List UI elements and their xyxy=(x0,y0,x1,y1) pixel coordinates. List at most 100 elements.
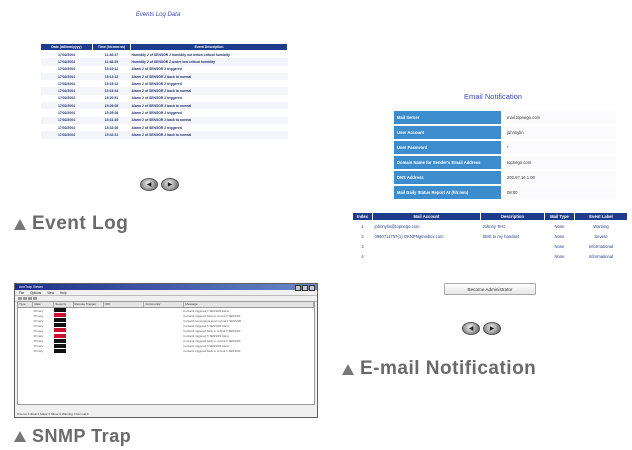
become-administrator-button[interactable]: Become Administrator xyxy=(444,283,536,295)
email-settings-form: Mail Server mail.topnego.com User Account j… xyxy=(394,111,616,201)
trap-column-header[interactable]: OID xyxy=(104,302,145,307)
menu-item[interactable]: View xyxy=(47,291,54,295)
table-cell: 2 xyxy=(361,233,364,239)
email-setting-value[interactable]: 08:00 xyxy=(503,186,616,199)
email-setting-row: Mail Server mail.topnego.com xyxy=(394,111,616,124)
table-cell: 17/02/2004 xyxy=(58,96,75,101)
email-setting-label: DNS Address xyxy=(394,171,501,184)
trap-message: Contact1 triggered back to normal fr SEN… xyxy=(183,339,241,344)
trap-column-header[interactable]: Severity xyxy=(54,302,74,307)
table-cell: 15:32:31 xyxy=(92,131,131,139)
email-caption-text: E-mail Notification xyxy=(360,358,537,379)
email-setting-value[interactable]: * xyxy=(503,141,616,154)
email-setting-value[interactable]: topnego.com xyxy=(503,156,616,169)
table-row: 17/02/2004 15:31:35 Alarm 2 of SENSOR 2 ba… xyxy=(40,116,288,124)
event-log-column-header: Event Description xyxy=(130,43,288,51)
trap-message: Contact1 triggered fr SENSOR Alarm xyxy=(183,344,230,349)
table-cell: Alarm 2 of SENSOR 2 triggered xyxy=(131,125,182,130)
menu-item[interactable]: File xyxy=(19,291,24,295)
close-icon[interactable] xyxy=(309,285,315,291)
event-log-table: Date (dd/mm/yyyy) Time (hh:mm:ss) Event De… xyxy=(40,43,288,139)
snmp-window-title: AnnTrap Viewer xyxy=(19,285,44,289)
mail-account-column-header: Mail Type xyxy=(544,212,575,221)
trap-row[interactable]: Primary Contact1 triggered back to normal… xyxy=(18,348,314,354)
mail-account-table: Index Mail Account Description Mail Type Eve… xyxy=(352,212,628,261)
trap-date: Primary xyxy=(33,323,44,328)
toolbar-open-icon[interactable] xyxy=(18,297,22,300)
table-row: 17/02/2004 15:15:12 Alarm 2 of SENSOR 2 tr… xyxy=(41,80,288,87)
email-setting-label: Mail Daily Status Report At (hh:mm) xyxy=(394,186,501,199)
table-row: 17/02/2004 15:13:13 Alarm 2 of SENSOR 2 ba… xyxy=(40,72,288,81)
table-row[interactable]: 1 johnnylin@topnego.com Johnny Test None War… xyxy=(353,221,628,232)
table-cell: johnnylin@topnego.com xyxy=(374,223,420,229)
mail-account-column-header: Description xyxy=(480,212,545,221)
email-setting-label: Domain Name for Sender's Email Address xyxy=(394,156,501,169)
table-row: 17/02/2004 15:29:26 Alarm 2 of SENSOR 2 tr… xyxy=(41,109,288,116)
menu-item[interactable]: Options xyxy=(30,291,41,295)
table-row[interactable]: 3 None Informational xyxy=(353,241,628,251)
table-cell: None xyxy=(554,223,565,229)
table-cell xyxy=(373,241,481,251)
email-setting-label: User Account xyxy=(394,126,501,139)
snmp-caption: SNMP Trap xyxy=(14,426,131,447)
table-row[interactable]: 4 None Informational xyxy=(353,251,628,261)
email-setting-value[interactable]: 203.67.16.1.00 xyxy=(503,171,616,184)
trap-column-header[interactable]: Type xyxy=(18,302,34,307)
severity-marker xyxy=(54,343,67,348)
trap-date: Primary xyxy=(33,344,44,349)
trap-date: Primary xyxy=(33,318,44,323)
email-setting-label: User Password xyxy=(394,141,501,154)
event-log-caption-text: Event Log xyxy=(32,213,129,234)
table-cell: 17/02/2004 xyxy=(58,111,75,116)
maximize-icon[interactable] xyxy=(302,285,308,291)
toolbar-options-icon[interactable] xyxy=(33,297,37,300)
table-row[interactable]: 2 0960711757(1) OKNPNgmaibox.com SMS to my… xyxy=(353,231,628,241)
trap-list[interactable]: Type Date Severity Remote Trapper OID Communi… xyxy=(17,301,315,405)
table-cell: 17/02/2004 xyxy=(58,81,75,86)
table-row: 17/02/2004 11:46:47 Humidity 2 of SENSOR 2… xyxy=(41,51,288,59)
table-cell: 4 xyxy=(361,253,364,259)
trap-date: Primary xyxy=(33,308,44,313)
table-cell: 0960711757(1) OKNPNgmaibox.com xyxy=(374,233,444,239)
trap-column-header[interactable]: Date xyxy=(33,302,55,307)
snmp-trap-window: AnnTrap Viewer File Options View Help Type D… xyxy=(14,283,318,418)
table-row: 17/02/2004 15:15:44 Alarm 2 of SENSOR 2 ba… xyxy=(40,87,288,95)
menu-item[interactable]: Help xyxy=(60,291,67,295)
triangle-icon xyxy=(342,363,354,375)
table-cell: 15:26:08 xyxy=(92,102,131,110)
email-next-button[interactable]: ▶ xyxy=(483,322,501,335)
trap-message: Contact1 triggered back to normal fr SEN… xyxy=(183,313,241,318)
table-cell: Alarm 2 of SENSOR 2 triggered xyxy=(131,67,182,72)
table-cell: 17/02/2004 xyxy=(40,102,93,110)
severity-marker xyxy=(54,328,67,333)
email-setting-value[interactable]: johnnylin xyxy=(503,126,616,139)
severity-marker xyxy=(54,333,67,338)
table-cell: None xyxy=(554,253,565,259)
next-page-button[interactable]: ▶ xyxy=(161,178,179,191)
prev-page-button[interactable]: ◀ xyxy=(140,178,158,191)
triangle-icon xyxy=(14,431,26,442)
toolbar-clear-icon[interactable] xyxy=(28,297,32,300)
table-cell: Alarm 2 of SENSOR 2 triggered xyxy=(131,81,182,86)
table-cell: 15:10:12 xyxy=(104,67,119,72)
email-setting-row: User Password * xyxy=(394,141,616,154)
trap-column-header[interactable]: Community xyxy=(144,302,185,307)
table-cell: 3 xyxy=(361,243,364,249)
severity-marker xyxy=(54,313,67,318)
email-notification-title: Email Notification xyxy=(464,92,522,101)
table-cell: Alarm 2 of SENSOR 2 back to normal xyxy=(130,116,288,124)
trap-severity xyxy=(53,348,72,354)
trap-column-header[interactable]: Message xyxy=(184,302,314,307)
mail-account-column-header: Event Label xyxy=(574,212,628,221)
table-cell: 15:13:13 xyxy=(92,72,131,81)
table-cell: 11:48:29 xyxy=(92,58,131,66)
toolbar-save-icon[interactable] xyxy=(23,297,27,300)
trap-column-header[interactable]: Remote Trapper xyxy=(74,302,105,307)
table-row: 17/02/2004 15:32:31 Alarm 2 of SENSOR 2 ba… xyxy=(40,131,288,139)
minimize-icon[interactable] xyxy=(295,285,301,291)
email-prev-button[interactable]: ◀ xyxy=(462,322,480,335)
table-cell xyxy=(481,241,545,251)
table-cell: 17/02/2004 xyxy=(40,58,93,66)
triangle-icon xyxy=(14,218,26,230)
email-setting-value[interactable]: mail.topnego.com xyxy=(503,111,616,124)
